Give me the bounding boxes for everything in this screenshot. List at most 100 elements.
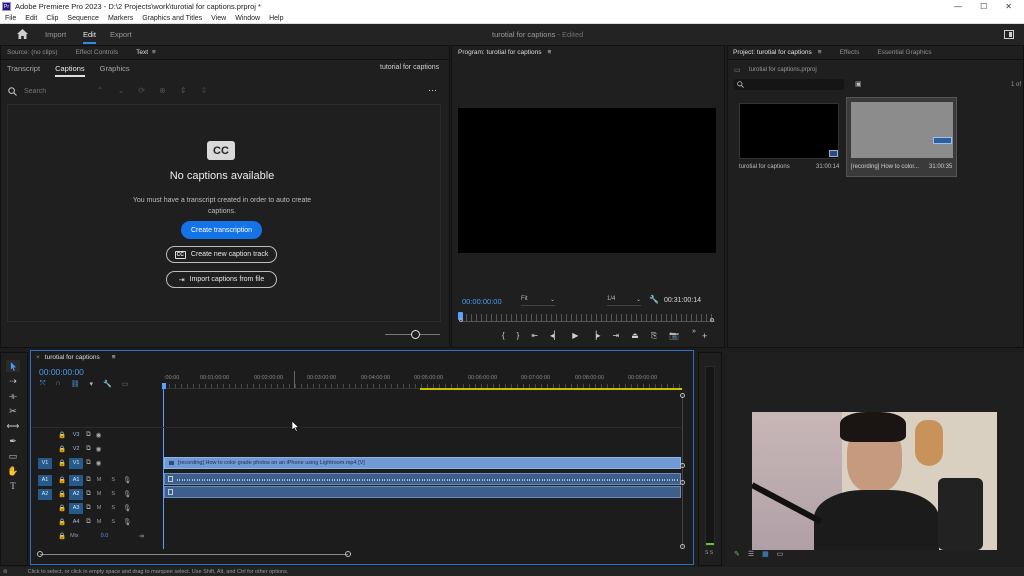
track-label[interactable]: V2: [69, 444, 83, 455]
track-label[interactable]: V3: [69, 430, 83, 441]
import-captions-button[interactable]: ⇥ Import captions from file: [166, 271, 277, 288]
panel-menu-icon[interactable]: ≡: [547, 49, 551, 56]
microphone-icon[interactable]: 🎙: [123, 490, 131, 498]
track-label[interactable]: A2: [69, 488, 84, 500]
panel-menu-icon[interactable]: ≡: [152, 49, 156, 56]
lift-icon[interactable]: ⏏: [631, 331, 639, 341]
panel-menu-icon[interactable]: ≡: [818, 49, 822, 56]
more-options-icon[interactable]: ⋯: [428, 85, 437, 96]
track-label[interactable]: A3: [69, 502, 84, 514]
track-label[interactable]: V1: [69, 457, 84, 469]
lock-icon[interactable]: 🔒: [58, 504, 66, 512]
maximize-button[interactable]: ☐: [980, 2, 987, 11]
lock-icon[interactable]: 🔒: [58, 431, 66, 439]
project-item-thumbnail[interactable]: [851, 102, 953, 158]
sync-lock-icon[interactable]: ⧉: [86, 504, 91, 512]
resolution-select[interactable]: 1/4 ⌄: [607, 296, 641, 306]
create-transcription-button[interactable]: Create transcription: [181, 221, 262, 239]
track-label[interactable]: A4: [69, 517, 83, 528]
lock-icon[interactable]: 🔒: [58, 476, 66, 484]
menu-view[interactable]: View: [211, 15, 226, 22]
source-patch-a2[interactable]: A2: [38, 488, 52, 500]
new-bin-icon[interactable]: ▣: [855, 80, 862, 88]
menu-help[interactable]: Help: [269, 15, 283, 22]
linked-selection-icon[interactable]: ⛓: [71, 380, 80, 388]
go-to-end-icon[interactable]: ⇥: [138, 532, 143, 540]
ripple-edit-tool-icon[interactable]: ⟛: [6, 390, 20, 402]
lock-icon[interactable]: 🔒: [58, 532, 66, 540]
sync-lock-icon[interactable]: ⧉: [86, 518, 91, 526]
menu-edit[interactable]: Edit: [25, 15, 37, 22]
wrench-icon[interactable]: 🔧: [649, 295, 659, 304]
subtab-graphics[interactable]: Graphics: [100, 64, 130, 73]
eye-icon[interactable]: ◉: [96, 445, 102, 453]
solo-button[interactable]: S: [111, 519, 115, 525]
home-icon[interactable]: [17, 29, 28, 39]
sync-lock-icon[interactable]: ⧉: [86, 476, 91, 484]
wrench-icon[interactable]: 🔧: [103, 380, 112, 388]
solo-button[interactable]: S: [111, 477, 115, 483]
close-button[interactable]: ✕: [1005, 2, 1012, 11]
lock-icon[interactable]: 🔒: [58, 459, 66, 467]
menu-file[interactable]: File: [5, 15, 16, 22]
subtab-captions[interactable]: Captions: [55, 64, 85, 77]
mute-button[interactable]: M: [97, 505, 102, 511]
mix-value[interactable]: 0.0: [101, 533, 109, 539]
sync-lock-icon[interactable]: ⧉: [86, 445, 91, 453]
freeform-view-icon[interactable]: ▭: [777, 550, 784, 558]
captions-search-input[interactable]: [24, 85, 84, 97]
program-timecode[interactable]: 00:00:00:00: [462, 297, 502, 306]
workspace-menu-icon[interactable]: [1004, 30, 1014, 39]
pen-tool-icon[interactable]: ✒: [6, 435, 20, 447]
zoom-slider-handle[interactable]: [410, 330, 420, 339]
timeline-horizontal-scrollbar[interactable]: [40, 554, 348, 555]
merge-icon[interactable]: ⇕: [180, 86, 187, 95]
sync-lock-icon[interactable]: ⧉: [86, 490, 91, 498]
lock-icon[interactable]: 🔒: [58, 518, 66, 526]
eye-icon[interactable]: ◉: [96, 431, 102, 439]
track-label[interactable]: A1: [69, 474, 84, 486]
track-select-tool-icon[interactable]: ⇢: [6, 375, 20, 387]
step-back-icon[interactable]: ◂▏: [550, 331, 560, 341]
mark-in-icon[interactable]: {: [502, 331, 505, 341]
tab-essential-graphics[interactable]: Essential Graphics: [877, 49, 931, 56]
lock-icon[interactable]: 🔒: [58, 445, 66, 453]
timeline-vertical-scrollbar[interactable]: [682, 395, 683, 547]
refresh-icon[interactable]: ⟳: [138, 86, 145, 95]
meter-solo-buttons[interactable]: S S: [705, 550, 713, 556]
more-buttons-icon[interactable]: »: [692, 328, 696, 335]
fit-select[interactable]: Fit ⌄: [521, 296, 555, 306]
audio-clip-a2[interactable]: [164, 486, 681, 498]
video-clip[interactable]: [recording] How to color grade photos on…: [164, 457, 681, 469]
program-video-frame[interactable]: [458, 108, 716, 253]
add-circle-icon[interactable]: ⊕: [159, 86, 166, 95]
hand-tool-icon[interactable]: ✋: [6, 465, 20, 477]
lock-icon[interactable]: 🔒: [58, 490, 66, 498]
menu-sequence[interactable]: Sequence: [67, 15, 99, 22]
menu-markers[interactable]: Markers: [108, 15, 133, 22]
project-search-input[interactable]: [734, 79, 844, 90]
source-patch-a1[interactable]: A1: [38, 474, 52, 486]
timeline-timecode[interactable]: 00:00:00:00: [39, 367, 84, 377]
sync-lock-icon[interactable]: ⧉: [86, 431, 91, 439]
sync-lock-icon[interactable]: ⧉: [86, 459, 91, 467]
workspace-export-tab[interactable]: Export: [110, 30, 132, 39]
play-icon[interactable]: ▶: [572, 331, 578, 341]
chevron-up-icon[interactable]: ⌃: [97, 86, 104, 95]
panel-menu-icon[interactable]: ≡: [112, 354, 116, 361]
selection-tool-icon[interactable]: [6, 360, 20, 372]
workspace-edit-tab[interactable]: Edit: [83, 30, 96, 44]
icon-view-icon[interactable]: ▦: [762, 550, 769, 558]
extract-icon[interactable]: ⎘: [651, 331, 657, 341]
step-forward-icon[interactable]: ▕▸: [590, 331, 600, 341]
tab-text[interactable]: Text: [136, 49, 148, 56]
go-to-in-icon[interactable]: ⇤: [531, 331, 538, 341]
chevron-down-icon[interactable]: ⌄: [118, 86, 125, 95]
solo-button[interactable]: S: [111, 491, 115, 497]
program-tab[interactable]: Program: turotial for captions ≡: [458, 49, 551, 56]
microphone-icon[interactable]: 🎙: [123, 476, 131, 484]
list-view-icon[interactable]: ☰: [748, 550, 754, 558]
tab-effects[interactable]: Effects: [840, 49, 860, 56]
caption-track-icon[interactable]: ▭: [122, 380, 129, 388]
go-to-out-icon[interactable]: ⇥: [613, 331, 620, 341]
